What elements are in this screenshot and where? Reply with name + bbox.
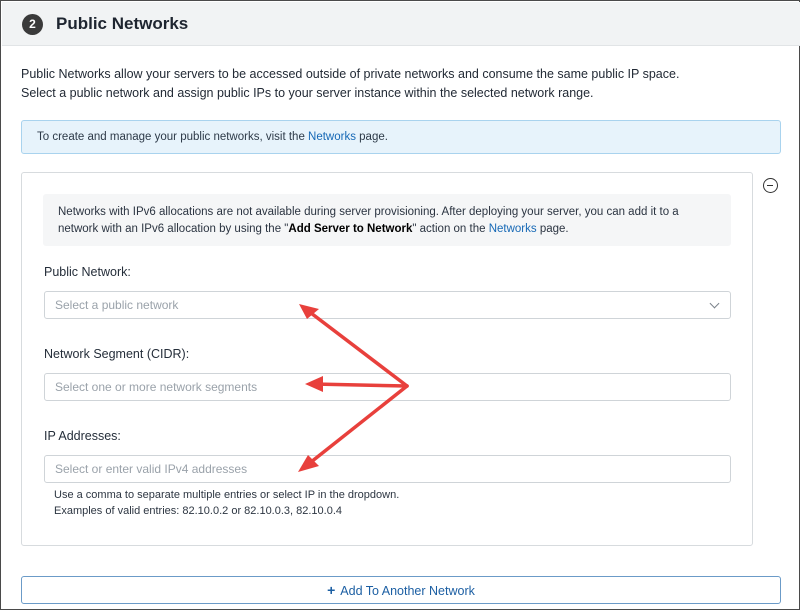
public-network-placeholder: Select a public network (55, 298, 179, 312)
description-line-1: Public Networks allow your servers to be… (21, 67, 680, 81)
notice-text: network with an IPv6 allocation by using… (58, 223, 289, 235)
section-description: Public Networks allow your servers to be… (21, 65, 679, 103)
help-line-2: Examples of valid entries: 82.10.0.2 or … (54, 505, 343, 517)
plus-icon: + (327, 582, 336, 598)
add-to-another-network-button[interactable]: + Add To Another Network (21, 576, 781, 604)
notice-action-name: Add Server to Network (288, 223, 413, 235)
networks-link[interactable]: Networks (308, 131, 356, 143)
page-frame: 2 Public Networks Public Networks allow … (0, 0, 800, 610)
info-banner-suffix: page. (355, 131, 388, 143)
section-title: Public Networks (56, 14, 189, 33)
ipv6-notice: Networks with IPv6 allocations are not a… (43, 194, 731, 246)
network-segment-select[interactable]: Select one or more network segments (44, 373, 731, 401)
info-banner-text: To create and manage your public network… (37, 131, 309, 143)
ip-addresses-help: Use a comma to separate multiple entries… (54, 487, 399, 519)
ip-addresses-placeholder: Select or enter valid IPv4 addresses (55, 462, 248, 476)
network-segment-label: Network Segment (CIDR): (44, 347, 190, 361)
description-line-2: Select a public network and assign publi… (21, 86, 594, 100)
remove-network-icon[interactable] (763, 178, 778, 193)
help-line-1: Use a comma to separate multiple entries… (54, 489, 400, 501)
add-button-label: Add To Another Network (340, 584, 475, 598)
notice-networks-link[interactable]: Networks (489, 223, 537, 235)
notice-text-mid: " action on the (412, 223, 489, 235)
notice-line-1: Networks with IPv6 allocations are not a… (58, 206, 679, 218)
step-number-badge: 2 (22, 14, 43, 35)
section-header: 2 Public Networks (2, 2, 800, 46)
ip-addresses-input[interactable]: Select or enter valid IPv4 addresses (44, 455, 731, 483)
notice-line-2: network with an IPv6 allocation by using… (58, 221, 715, 238)
notice-text-end: page. (536, 223, 569, 235)
public-network-label: Public Network: (44, 265, 131, 279)
public-network-select[interactable]: Select a public network (44, 291, 731, 319)
ip-addresses-label: IP Addresses: (44, 429, 121, 443)
network-segment-placeholder: Select one or more network segments (55, 380, 258, 394)
info-banner: To create and manage your public network… (21, 120, 781, 154)
chevron-down-icon[interactable] (709, 298, 720, 309)
